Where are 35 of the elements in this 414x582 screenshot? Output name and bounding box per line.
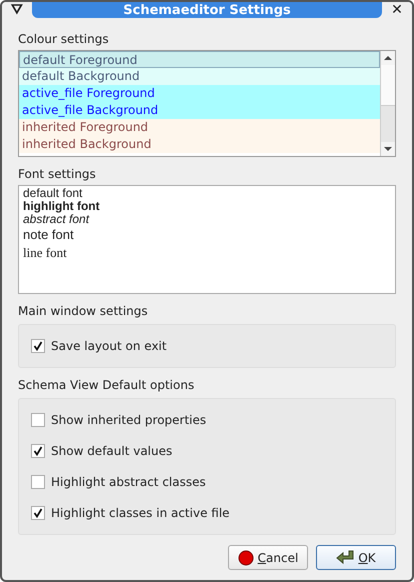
cancel-button[interactable]: Cancel	[228, 545, 308, 570]
list-item[interactable]: inherited Background	[19, 136, 380, 153]
window-menu-button[interactable]: ⛛	[2, 2, 32, 18]
section-label: Colour settings	[18, 32, 110, 46]
list-item[interactable]: default Foreground	[19, 51, 380, 68]
list-item[interactable]: abstract font	[23, 213, 391, 226]
list-item[interactable]: line font	[23, 244, 391, 262]
checkbox[interactable]	[31, 444, 45, 458]
list-item[interactable]: active_file Foreground	[19, 85, 380, 102]
section-label: Main window settings	[18, 304, 149, 318]
checkbox-label[interactable]: Save layout on exit	[51, 339, 167, 353]
scroll-down-icon[interactable]	[381, 142, 395, 156]
checkbox[interactable]	[31, 475, 45, 489]
list-item[interactable]: active_file Background	[19, 102, 380, 119]
checkbox[interactable]	[31, 339, 45, 353]
section-label: Font settings	[18, 167, 97, 181]
list-item[interactable]: note font	[23, 226, 391, 244]
checkbox-label[interactable]: Highlight abstract classes	[51, 475, 206, 489]
checkbox-label[interactable]: Show inherited properties	[51, 413, 206, 427]
ok-button[interactable]: OK	[316, 545, 396, 570]
checkbox-label[interactable]: Show default values	[51, 444, 172, 458]
list-item[interactable]: default font	[23, 187, 391, 200]
scroll-up-icon[interactable]	[381, 51, 395, 65]
window-title: Schemaeditor Settings	[32, 2, 382, 18]
list-item[interactable]: default Background	[19, 68, 380, 85]
section-label: Schema View Default options	[18, 378, 196, 392]
checkbox[interactable]	[31, 413, 45, 427]
scrollbar[interactable]	[380, 51, 395, 156]
list-item[interactable]: inherited Foreground	[19, 119, 380, 136]
close-button[interactable]: ✕	[382, 2, 412, 18]
stop-icon	[238, 550, 254, 566]
checkbox[interactable]	[31, 506, 45, 520]
checkbox-label[interactable]: Highlight classes in active file	[51, 506, 230, 520]
list-item[interactable]: highlight font	[23, 200, 391, 213]
arrow-icon	[336, 550, 354, 566]
